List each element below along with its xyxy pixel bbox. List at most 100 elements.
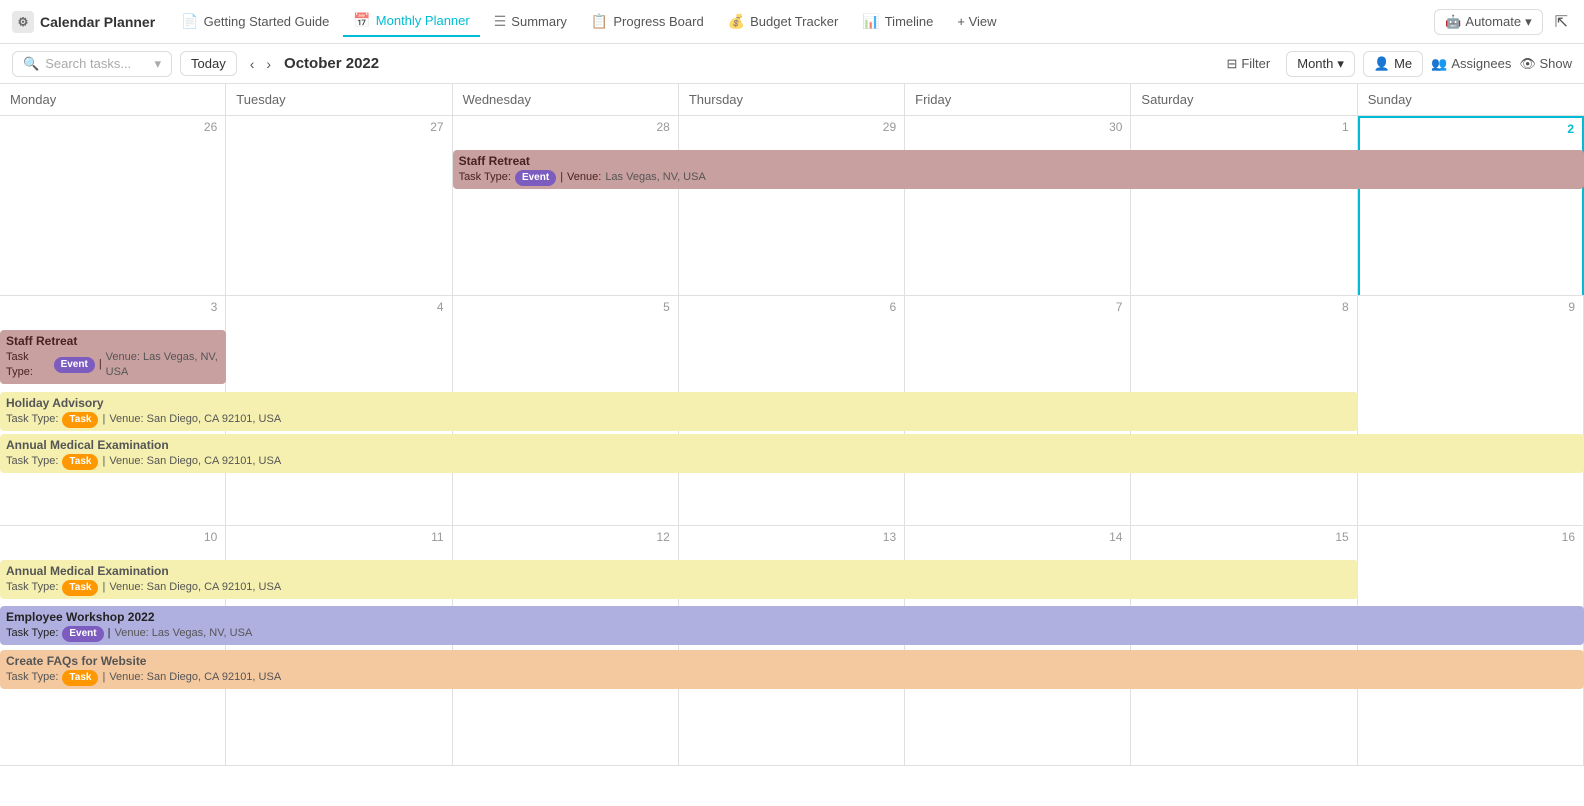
- day-num-1: 1: [1131, 116, 1356, 138]
- logo-icon: ⚙: [12, 11, 34, 33]
- month-nav-arrows: ‹ ›: [245, 54, 276, 74]
- tab-timeline[interactable]: 📊 Timeline: [852, 7, 943, 36]
- day-cell-30[interactable]: 30: [905, 116, 1131, 295]
- show-label: Show: [1539, 56, 1572, 71]
- day-num-12: 12: [453, 526, 678, 548]
- day-header-sunday: Sunday: [1358, 84, 1584, 115]
- filter-label: Filter: [1241, 56, 1270, 71]
- event-create-faqs-meta: Task Type: Task | Venue: San Diego, CA 9…: [6, 670, 1578, 686]
- automate-label: Automate: [1465, 14, 1521, 29]
- automate-icon: 🤖: [1445, 14, 1461, 30]
- event-venue4: Venue: San Diego, CA 92101, USA: [109, 454, 281, 469]
- event-annual-medical-week2[interactable]: Annual Medical Examination Task Type: Ta…: [0, 434, 1584, 473]
- day-cell-1[interactable]: 1: [1131, 116, 1357, 295]
- venue-label: Venue:: [567, 170, 601, 185]
- task-type-label2: Task Type:: [6, 350, 50, 381]
- day-cell-29[interactable]: 29: [679, 116, 905, 295]
- search-dropdown-icon: ▾: [154, 56, 161, 72]
- show-button[interactable]: 👁 Show: [1519, 56, 1572, 72]
- day-num-10: 10: [0, 526, 225, 548]
- day-num-15: 15: [1131, 526, 1356, 548]
- day-num-4: 4: [226, 296, 451, 318]
- tab-budget-tracker[interactable]: 💰 Budget Tracker: [718, 7, 849, 36]
- tab-getting-started-label: Getting Started Guide: [204, 14, 330, 29]
- app-container: ⚙ Calendar Planner 📄 Getting Started Gui…: [0, 0, 1584, 806]
- task-badge4: Task: [62, 454, 98, 470]
- day-num-28: 28: [453, 116, 678, 138]
- day-num-26: 26: [0, 116, 225, 138]
- event-annual-medical-week3-title: Annual Medical Examination: [6, 563, 1352, 580]
- event-annual-medical-week3-meta: Task Type: Task | Venue: San Diego, CA 9…: [6, 580, 1352, 596]
- tab-progress-board-label: Progress Board: [613, 14, 703, 29]
- tab-progress-board[interactable]: 📋 Progress Board: [581, 7, 714, 36]
- event-create-faqs[interactable]: Create FAQs for Website Task Type: Task …: [0, 650, 1584, 689]
- tab-progress-board-icon: 📋: [591, 13, 608, 30]
- tab-view[interactable]: + View: [947, 8, 1006, 35]
- day-num-16: 16: [1358, 526, 1583, 548]
- search-icon: 🔍: [23, 56, 39, 72]
- day-cell-9[interactable]: 9: [1358, 296, 1584, 525]
- day-num-11: 11: [226, 526, 451, 548]
- event-annual-medical-week2-meta: Task Type: Task | Venue: San Diego, CA 9…: [6, 454, 1578, 470]
- day-cell-27[interactable]: 27: [226, 116, 452, 295]
- event-badge2: Event: [54, 357, 95, 373]
- pipe6: |: [108, 626, 111, 641]
- pipe: |: [560, 170, 563, 185]
- pipe2: |: [99, 357, 102, 372]
- event-staff-retreat-week2[interactable]: Staff Retreat Task Type: Event | Venue: …: [0, 330, 226, 384]
- filter-button[interactable]: ⊟ Filter: [1218, 52, 1278, 76]
- tab-view-label: + View: [957, 14, 996, 29]
- share-icon: ⇱: [1555, 14, 1568, 31]
- me-label: Me: [1394, 56, 1412, 71]
- task-type-label4: Task Type:: [6, 454, 58, 469]
- automate-button[interactable]: 🤖 Automate ▾: [1434, 9, 1542, 35]
- app-title: Calendar Planner: [40, 14, 155, 30]
- day-num-3: 3: [0, 296, 225, 318]
- nav-right: 🤖 Automate ▾ ⇱: [1434, 8, 1572, 36]
- event-badge: Event: [515, 170, 556, 186]
- day-cell-28[interactable]: 28: [453, 116, 679, 295]
- today-button[interactable]: Today: [180, 51, 237, 76]
- tab-summary-icon: ☰: [494, 13, 507, 30]
- event-holiday-advisory-meta: Task Type: Task | Venue: San Diego, CA 9…: [6, 412, 1352, 428]
- assignees-button[interactable]: 👥 Assignees: [1431, 56, 1511, 72]
- tab-summary[interactable]: ☰ Summary: [484, 7, 577, 36]
- event-annual-medical-week3[interactable]: Annual Medical Examination Task Type: Ta…: [0, 560, 1358, 599]
- event-staff-retreat-week1[interactable]: Staff Retreat Task Type: Event | Venue: …: [453, 150, 1584, 189]
- day-cell-16[interactable]: 16: [1358, 526, 1584, 765]
- current-month-title: October 2022: [284, 55, 379, 72]
- event-venue: Las Vegas, NV, USA: [605, 170, 706, 185]
- search-box[interactable]: 🔍 Search tasks... ▾: [12, 51, 172, 77]
- event-venue3: Venue: San Diego, CA 92101, USA: [109, 412, 281, 427]
- show-eye-icon: 👁: [1519, 56, 1536, 71]
- assignees-label: Assignees: [1451, 56, 1511, 71]
- prev-month-button[interactable]: ‹: [245, 54, 260, 74]
- day-cell-2[interactable]: 2: [1358, 116, 1584, 295]
- toolbar: 🔍 Search tasks... ▾ Today ‹ › October 20…: [0, 44, 1584, 84]
- event-holiday-advisory[interactable]: Holiday Advisory Task Type: Task | Venue…: [0, 392, 1358, 431]
- tab-timeline-label: Timeline: [885, 14, 934, 29]
- day-header-tuesday: Tuesday: [226, 84, 452, 115]
- day-headers: Monday Tuesday Wednesday Thursday Friday…: [0, 84, 1584, 116]
- event-employee-workshop-title: Employee Workshop 2022: [6, 609, 1578, 626]
- day-cell-26[interactable]: 26: [0, 116, 226, 295]
- calendar-body: 26 27 28 29 30 1 2: [0, 116, 1584, 806]
- tab-budget-tracker-label: Budget Tracker: [750, 14, 838, 29]
- day-num-6: 6: [679, 296, 904, 318]
- next-month-button[interactable]: ›: [261, 54, 276, 74]
- day-num-9: 9: [1358, 296, 1583, 318]
- tab-timeline-icon: 📊: [862, 13, 879, 30]
- task-type-label3: Task Type:: [6, 412, 58, 427]
- event-venue6: Venue: Las Vegas, NV, USA: [114, 626, 252, 641]
- event-staff-retreat-week1-meta: Task Type: Event | Venue: Las Vegas, NV,…: [459, 170, 1578, 186]
- tab-monthly-planner[interactable]: 📅 Monthly Planner: [343, 6, 479, 37]
- tab-getting-started[interactable]: 📄 Getting Started Guide: [171, 7, 339, 36]
- share-button[interactable]: ⇱: [1551, 8, 1572, 36]
- event-venue7: Venue: San Diego, CA 92101, USA: [109, 670, 281, 685]
- event-employee-workshop[interactable]: Employee Workshop 2022 Task Type: Event …: [0, 606, 1584, 645]
- event-venue2: Venue: Las Vegas, NV, USA: [106, 350, 221, 381]
- month-view-button[interactable]: Month ▾: [1286, 51, 1355, 77]
- me-button[interactable]: 👤 Me: [1363, 51, 1423, 77]
- event-badge6: Event: [62, 626, 103, 642]
- day-header-saturday: Saturday: [1131, 84, 1357, 115]
